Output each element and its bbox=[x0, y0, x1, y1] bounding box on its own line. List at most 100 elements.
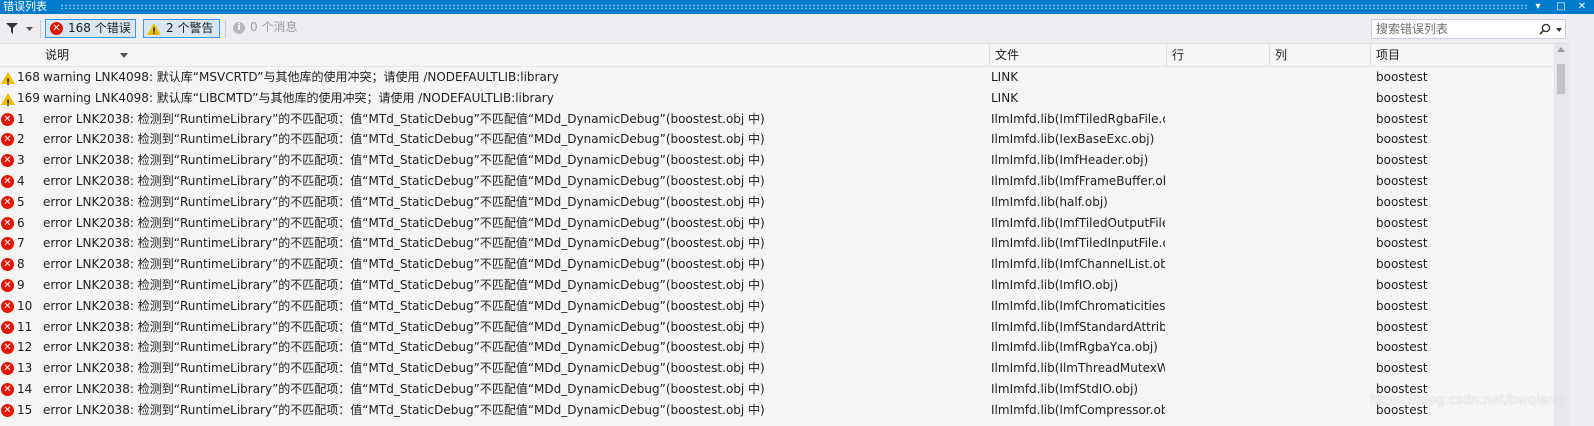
row-file: IlmImfd.lib(ImfStandardAttribu bbox=[991, 319, 1165, 334]
close-button[interactable]: ✕ bbox=[1574, 0, 1590, 14]
table-row[interactable]: ✕ 12 error LNK2038: 检测到“RuntimeLibrary”的不匹… bbox=[0, 337, 1554, 358]
row-file: IlmImfd.lib(ImfIO.obj) bbox=[991, 278, 1119, 292]
row-number: 2 bbox=[17, 132, 25, 147]
search-input[interactable]: 搜索错误列表 bbox=[1371, 19, 1566, 39]
row-file: IlmImfd.lib(ImfFrameBuffer.obj bbox=[991, 174, 1165, 188]
row-file: IlmImfd.lib(ImfTiledInputFile.ol bbox=[991, 236, 1165, 251]
error-icon: ✕ bbox=[1, 258, 14, 272]
row-description: error LNK2038: 检测到“RuntimeLibrary”的不匹配项：… bbox=[43, 215, 765, 230]
maximize-button[interactable]: □ bbox=[1553, 0, 1569, 14]
row-number: 11 bbox=[17, 319, 33, 334]
row-file: IlmImfd.lib(ImfTiledOutputFile. bbox=[991, 215, 1165, 230]
table-row[interactable]: ✕ 10 error LNK2038: 检测到“RuntimeLibrary”的不匹… bbox=[0, 296, 1554, 317]
watermark-text: https://blog.csdn.net/bwqiang bbox=[1370, 393, 1565, 408]
row-description: error LNK2038: 检测到“RuntimeLibrary”的不匹配项：… bbox=[43, 402, 765, 417]
row-number: 7 bbox=[17, 236, 25, 251]
window-title-bar[interactable]: 错误列表 ▾ □ ✕ bbox=[0, 0, 1594, 14]
table-row[interactable]: ✕ 9 error LNK2038: 检测到“RuntimeLibrary”的不匹配… bbox=[0, 275, 1554, 296]
magnifier-icon[interactable] bbox=[1539, 23, 1551, 35]
toolbar-separator bbox=[40, 20, 41, 38]
table-row[interactable]: 168warning LNK4098: 默认库“MSVCRTD”与其他库的使用冲… bbox=[0, 67, 1554, 94]
row-file: IlmImfd.lib(ImfTiledRgbaFile.ol bbox=[991, 111, 1165, 126]
row-number: 10 bbox=[17, 298, 33, 313]
row-project: boostest bbox=[1376, 70, 1428, 84]
row-number: 14 bbox=[17, 382, 33, 396]
search-options-chevron-icon[interactable] bbox=[1556, 28, 1562, 32]
row-project: boostest bbox=[1376, 298, 1428, 313]
messages-filter-button[interactable]: i 0 个消息 bbox=[228, 19, 308, 38]
row-description: error LNK2038: 检测到“RuntimeLibrary”的不匹配项：… bbox=[43, 132, 765, 147]
row-file: IlmImfd.lib(ImfChromaticities.c bbox=[991, 298, 1165, 313]
table-row[interactable]: ✕ 7 error LNK2038: 检测到“RuntimeLibrary”的不匹配… bbox=[0, 233, 1554, 254]
row-project: boostest bbox=[1376, 132, 1428, 147]
row-description: error LNK2038: 检测到“RuntimeLibrary”的不匹配项：… bbox=[43, 278, 765, 292]
column-header-project[interactable]: 项目 bbox=[1371, 44, 1554, 66]
table-row[interactable]: ✕ 2 error LNK2038: 检测到“RuntimeLibrary”的不匹配… bbox=[0, 129, 1554, 150]
info-icon: i bbox=[233, 22, 245, 34]
column-header-file[interactable]: 文件 bbox=[990, 44, 1167, 66]
table-row[interactable]: ✕ 5 error LNK2038: 检测到“RuntimeLibrary”的不匹配… bbox=[0, 192, 1554, 213]
row-number: 168 bbox=[17, 70, 40, 84]
error-icon: ✕ bbox=[1, 133, 14, 147]
error-icon: ✕ bbox=[50, 22, 63, 35]
window-menu-button[interactable]: ▾ bbox=[1530, 0, 1546, 14]
scrollbar-thumb[interactable] bbox=[1557, 64, 1565, 94]
filter-button[interactable] bbox=[6, 21, 36, 37]
row-description: error LNK2038: 检测到“RuntimeLibrary”的不匹配项：… bbox=[43, 319, 765, 334]
window-title: 错误列表 bbox=[3, 0, 47, 13]
error-icon: ✕ bbox=[1, 362, 14, 376]
errors-filter-button[interactable]: ✕ 168 个错误 bbox=[45, 19, 136, 38]
error-icon: ✕ bbox=[1, 175, 14, 188]
row-file: IlmImfd.lib(ImfRgbaYca.obj) bbox=[991, 340, 1158, 355]
row-description: error LNK2038: 检测到“RuntimeLibrary”的不匹配项：… bbox=[43, 174, 765, 188]
row-project: boostest bbox=[1376, 340, 1428, 355]
warnings-count-label: 2 个警告 bbox=[166, 21, 214, 35]
table-row[interactable]: ✕ 13 error LNK2038: 检测到“RuntimeLibrary”的不匹… bbox=[0, 358, 1554, 379]
column-header-line[interactable]: 行 bbox=[1167, 44, 1270, 66]
table-row[interactable]: ✕ 6 error LNK2038: 检测到“RuntimeLibrary”的不匹配… bbox=[0, 213, 1554, 234]
warnings-filter-button[interactable]: 2 个警告 bbox=[143, 19, 220, 41]
scroll-up-arrow-icon[interactable] bbox=[1557, 47, 1565, 52]
row-project: boostest bbox=[1376, 361, 1428, 376]
column-header-description[interactable]: 说明 bbox=[40, 44, 990, 66]
row-number: 5 bbox=[17, 194, 25, 209]
row-number: 4 bbox=[17, 174, 25, 188]
column-header-file-label: 文件 bbox=[995, 48, 1020, 62]
table-row[interactable]: 169warning LNK4098: 默认库“LIBCMTD”与其他库的使用冲… bbox=[0, 88, 1554, 115]
table-row[interactable]: ✕ 3 error LNK2038: 检测到“RuntimeLibrary”的不匹配… bbox=[0, 150, 1554, 171]
column-header-row: 说明 文件 行 列 项目 bbox=[0, 44, 1554, 67]
chevron-down-icon bbox=[26, 27, 33, 31]
column-header-column[interactable]: 列 bbox=[1270, 44, 1371, 66]
row-number: 15 bbox=[17, 402, 33, 417]
table-row[interactable]: ✕ 4 error LNK2038: 检测到“RuntimeLibrary”的不匹配… bbox=[0, 171, 1554, 192]
vertical-scrollbar[interactable] bbox=[1554, 44, 1569, 426]
row-project: boostest bbox=[1376, 236, 1428, 251]
row-project: boostest bbox=[1376, 90, 1428, 105]
error-icon: ✕ bbox=[1, 403, 14, 417]
table-row[interactable]: ✕ 11 error LNK2038: 检测到“RuntimeLibrary”的不匹… bbox=[0, 317, 1554, 338]
row-description: error LNK2038: 检测到“RuntimeLibrary”的不匹配项：… bbox=[43, 361, 765, 376]
warning-icon bbox=[147, 23, 161, 41]
row-file: IlmImfd.lib(IexBaseExc.obj) bbox=[991, 132, 1155, 147]
error-icon: ✕ bbox=[1, 154, 14, 168]
row-description: error LNK2038: 检测到“RuntimeLibrary”的不匹配项：… bbox=[43, 382, 765, 396]
row-description: error LNK2038: 检测到“RuntimeLibrary”的不匹配项：… bbox=[43, 153, 765, 168]
row-file: IlmImfd.lib(ImfChannelList.obj) bbox=[991, 257, 1165, 272]
table-row[interactable]: ✕ 1 error LNK2038: 检测到“RuntimeLibrary”的不匹配… bbox=[0, 109, 1554, 130]
error-icon: ✕ bbox=[1, 195, 14, 209]
row-description: warning LNK4098: 默认库“MSVCRTD”与其他库的使用冲突；请… bbox=[43, 70, 559, 84]
table-row[interactable]: ✕ 14 error LNK2038: 检测到“RuntimeLibrary”的不匹… bbox=[0, 379, 1554, 400]
error-icon: ✕ bbox=[1, 383, 14, 396]
column-header-column-label: 列 bbox=[1275, 48, 1288, 62]
row-file: IlmImfd.lib(ImfHeader.obj) bbox=[991, 153, 1149, 168]
table-row[interactable]: ✕ 15 error LNK2038: 检测到“RuntimeLibrary”的不匹… bbox=[0, 400, 1554, 421]
error-icon: ✕ bbox=[1, 112, 14, 126]
warning-icon bbox=[1, 92, 15, 115]
row-description: warning LNK4098: 默认库“LIBCMTD”与其他库的使用冲突；请… bbox=[43, 90, 554, 105]
row-project: boostest bbox=[1376, 257, 1428, 272]
row-project: boostest bbox=[1376, 215, 1428, 230]
table-row[interactable]: ✕ 8 error LNK2038: 检测到“RuntimeLibrary”的不匹配… bbox=[0, 254, 1554, 275]
search-placeholder: 搜索错误列表 bbox=[1376, 22, 1449, 36]
row-description: error LNK2038: 检测到“RuntimeLibrary”的不匹配项：… bbox=[43, 236, 765, 251]
row-number: 6 bbox=[17, 215, 25, 230]
